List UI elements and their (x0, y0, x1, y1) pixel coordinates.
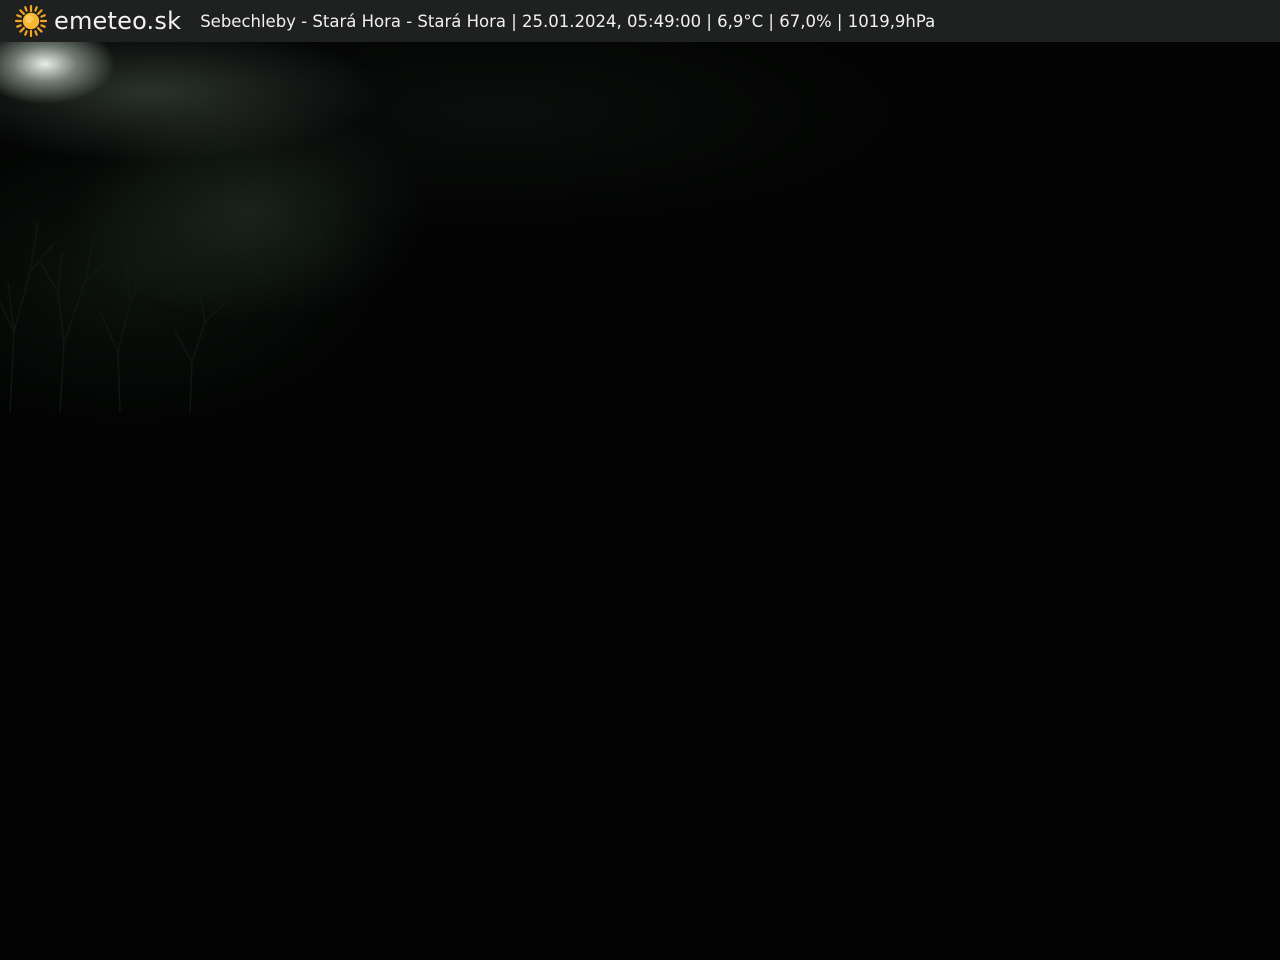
brand-name: emeteo.sk (54, 7, 182, 35)
webcam-page: emeteo.sk Sebechleby - Stará Hora - Star… (0, 0, 1280, 960)
header-bar: emeteo.sk Sebechleby - Stará Hora - Star… (0, 0, 1280, 42)
webcam-caption: Sebechleby - Stará Hora - Stará Hora | 2… (200, 11, 936, 31)
tree-silhouettes (0, 221, 226, 412)
emeteo-logo[interactable]: emeteo.sk (14, 0, 181, 42)
sun-icon (14, 4, 48, 38)
webcam-image (0, 42, 1280, 960)
